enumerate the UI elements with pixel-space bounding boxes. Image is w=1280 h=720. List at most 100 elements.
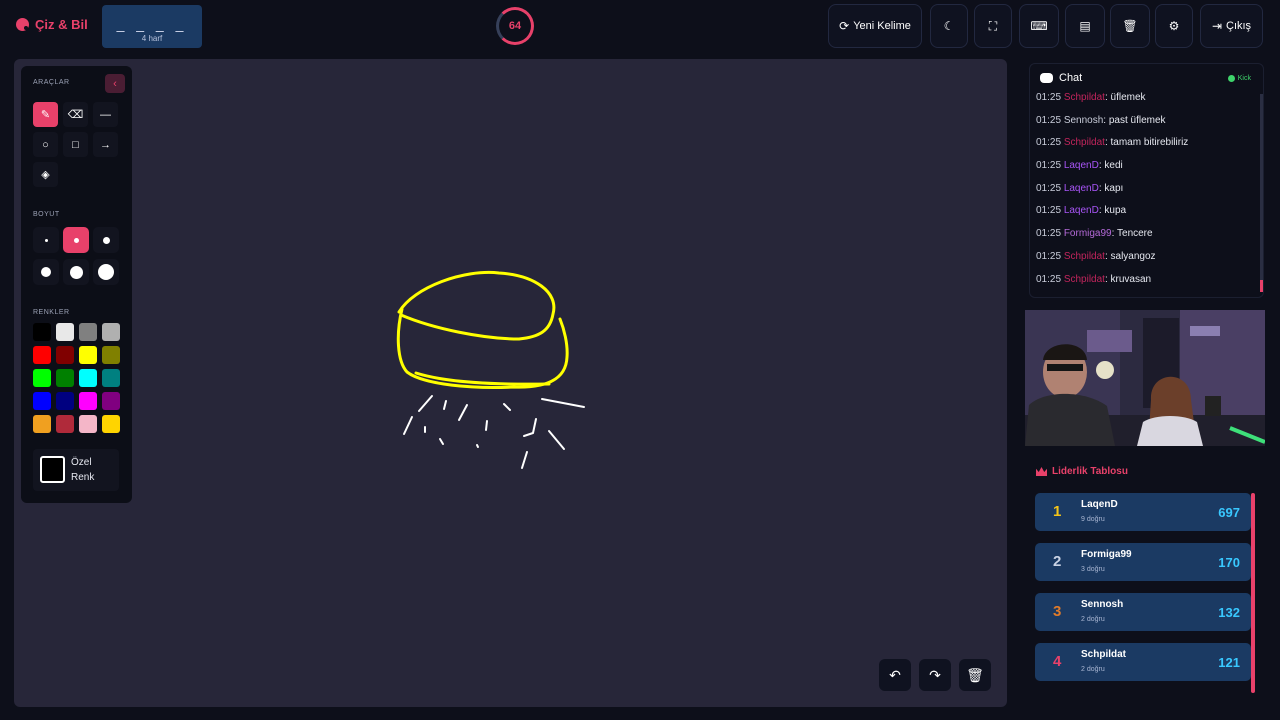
new-word-button[interactable]: ⟳ Yeni Kelime bbox=[828, 4, 922, 48]
chat-title: Chat bbox=[1059, 72, 1083, 84]
square-icon: □ bbox=[72, 138, 79, 151]
tools-panel: ARAÇLAR ‹ ✎ ⌫ — ○ □ → ◈ BOYUT RENKLER Öz… bbox=[21, 66, 132, 503]
clear-canvas-button[interactable]: 🗑 bbox=[959, 659, 991, 691]
custom-color-label: Özel Renk bbox=[71, 457, 95, 483]
size-option-2[interactable] bbox=[63, 227, 89, 253]
chat-message-user[interactable]: LaqenD bbox=[1064, 183, 1099, 194]
chat-message-text: : üflemek bbox=[1104, 92, 1146, 103]
color-swatch[interactable] bbox=[79, 346, 97, 364]
color-swatch[interactable] bbox=[33, 369, 51, 387]
exit-button[interactable]: ⇥ Çıkış bbox=[1200, 4, 1263, 48]
size-option-1[interactable] bbox=[33, 227, 59, 253]
leaderboard-player-name: Formiga99 bbox=[1081, 549, 1132, 560]
delete-button[interactable]: 🗑 bbox=[1110, 4, 1150, 48]
custom-color-preview bbox=[40, 456, 65, 483]
leaderboard-rank: 2 bbox=[1053, 553, 1062, 570]
chat-message-time: 01:25 bbox=[1036, 92, 1062, 103]
undo-button[interactable]: ↶ bbox=[879, 659, 911, 691]
circle-tool[interactable]: ○ bbox=[33, 132, 58, 157]
color-swatch[interactable] bbox=[79, 415, 97, 433]
color-swatch[interactable] bbox=[79, 369, 97, 387]
color-swatch[interactable] bbox=[102, 323, 120, 341]
trash-icon: 🗑 bbox=[1122, 19, 1138, 33]
chat-message-time: 01:25 bbox=[1036, 228, 1062, 240]
chat-message-user[interactable]: Schpildat bbox=[1064, 137, 1105, 148]
theme-toggle-button[interactable]: ☾ bbox=[930, 4, 968, 48]
color-swatch[interactable] bbox=[79, 392, 97, 410]
leaderboard-score: 697 bbox=[1218, 505, 1240, 520]
color-swatch[interactable] bbox=[56, 415, 74, 433]
color-swatch[interactable] bbox=[33, 346, 51, 364]
chat-message-user[interactable]: Schpildat bbox=[1064, 92, 1105, 103]
settings-button[interactable]: ⚙ bbox=[1155, 4, 1193, 48]
chat-message-user[interactable]: Schpildat bbox=[1064, 251, 1105, 262]
color-swatch[interactable] bbox=[102, 392, 120, 410]
color-swatch[interactable] bbox=[79, 323, 97, 341]
chat-message-user[interactable]: Schpildat bbox=[1064, 274, 1105, 285]
line-tool[interactable]: — bbox=[93, 102, 118, 127]
chat-message-text: : tamam bitirebiliriz bbox=[1104, 137, 1189, 149]
chat-message-user[interactable]: Sennosh bbox=[1064, 115, 1103, 126]
chat-scrollbar[interactable] bbox=[1260, 94, 1263, 292]
arrow-right-icon: → bbox=[100, 138, 111, 151]
color-swatch[interactable] bbox=[56, 392, 74, 410]
fullscreen-icon: ⛶ bbox=[988, 19, 998, 33]
chat-message-user[interactable]: LaqenD bbox=[1064, 205, 1099, 216]
chat-message-user[interactable]: LaqenD bbox=[1064, 160, 1099, 171]
webcam-image bbox=[1025, 310, 1265, 446]
color-swatch[interactable] bbox=[56, 346, 74, 364]
sign-out-icon: ⇥ bbox=[1211, 19, 1222, 33]
leaderboard-scrollbar[interactable] bbox=[1251, 493, 1255, 693]
chat-messages[interactable]: 01:25 Schpildat: üflemek 01:25 Sennosh: p… bbox=[1036, 92, 1251, 296]
round-timer: 64 bbox=[496, 7, 534, 45]
custom-color-button[interactable]: Özel Renk bbox=[33, 449, 119, 491]
leaderboard-row: 2 Formiga99 3 doğru 170 bbox=[1035, 543, 1251, 581]
color-swatch[interactable] bbox=[56, 323, 74, 341]
section-size-label: BOYUT bbox=[33, 211, 60, 218]
timer-value: 64 bbox=[508, 20, 522, 32]
color-swatch[interactable] bbox=[102, 369, 120, 387]
chat-message: 01:25 LaqenD: kedi bbox=[1036, 160, 1251, 183]
new-word-label: Yeni Kelime bbox=[853, 20, 911, 32]
paint-bucket-icon: ◈ bbox=[41, 169, 50, 181]
leaderboard-row: 1 LaqenD 9 doğru 697 bbox=[1035, 493, 1251, 531]
redo-button[interactable]: ↷ bbox=[919, 659, 951, 691]
word-length-hint: 4 harf bbox=[141, 34, 163, 43]
chat-panel: Chat Kick 01:25 Schpildat: üflemek 01:25 … bbox=[1029, 63, 1264, 298]
eraser-tool[interactable]: ⌫ bbox=[63, 102, 88, 127]
color-swatch[interactable] bbox=[33, 392, 51, 410]
fill-tool[interactable]: ◈ bbox=[33, 162, 58, 187]
color-swatch[interactable] bbox=[56, 369, 74, 387]
brush-tool[interactable]: ✎ bbox=[33, 102, 58, 127]
chat-message: 01:25 Schpildat: salyangoz bbox=[1036, 251, 1251, 274]
chat-source-badge: Kick bbox=[1227, 75, 1251, 82]
size-option-6[interactable] bbox=[93, 259, 119, 285]
archive-button[interactable]: ▤ bbox=[1065, 4, 1105, 48]
size-option-5[interactable] bbox=[63, 259, 89, 285]
rectangle-tool[interactable]: □ bbox=[63, 132, 88, 157]
size-option-4[interactable] bbox=[33, 259, 59, 285]
chat-message-text: : salyangoz bbox=[1104, 250, 1156, 262]
fullscreen-button[interactable]: ⛶ bbox=[974, 4, 1012, 48]
trash-icon: 🗑 bbox=[966, 666, 984, 683]
arrow-tool[interactable]: → bbox=[93, 132, 118, 157]
app-title: Çiz & Bil bbox=[35, 17, 88, 32]
color-swatch[interactable] bbox=[102, 346, 120, 364]
leaderboard-score: 121 bbox=[1218, 655, 1240, 670]
chat-message-time: 01:25 bbox=[1036, 273, 1062, 285]
brush-icon: ✎ bbox=[40, 109, 51, 121]
color-swatch[interactable] bbox=[102, 415, 120, 433]
size-option-3[interactable] bbox=[93, 227, 119, 253]
palette-icon bbox=[16, 18, 29, 31]
top-bar: Çiz & Bil _ _ _ _ 4 harf 64 ⟳ Yeni Kelim… bbox=[0, 0, 1280, 52]
word-hint-box: _ _ _ _ 4 harf bbox=[102, 5, 202, 48]
color-swatch[interactable] bbox=[33, 415, 51, 433]
chat-message: 01:25 Schpildat: kruvasan bbox=[1036, 274, 1251, 297]
chat-message-user[interactable]: Formiga99 bbox=[1064, 228, 1112, 239]
keyboard-button[interactable]: ⌨ bbox=[1019, 4, 1059, 48]
collapse-panel-button[interactable]: ‹ bbox=[105, 74, 125, 93]
color-swatch[interactable] bbox=[33, 323, 51, 341]
drawing-canvas[interactable] bbox=[14, 59, 1007, 707]
chat-source-label: Kick bbox=[1237, 75, 1251, 82]
chat-message-time: 01:25 bbox=[1036, 250, 1062, 262]
